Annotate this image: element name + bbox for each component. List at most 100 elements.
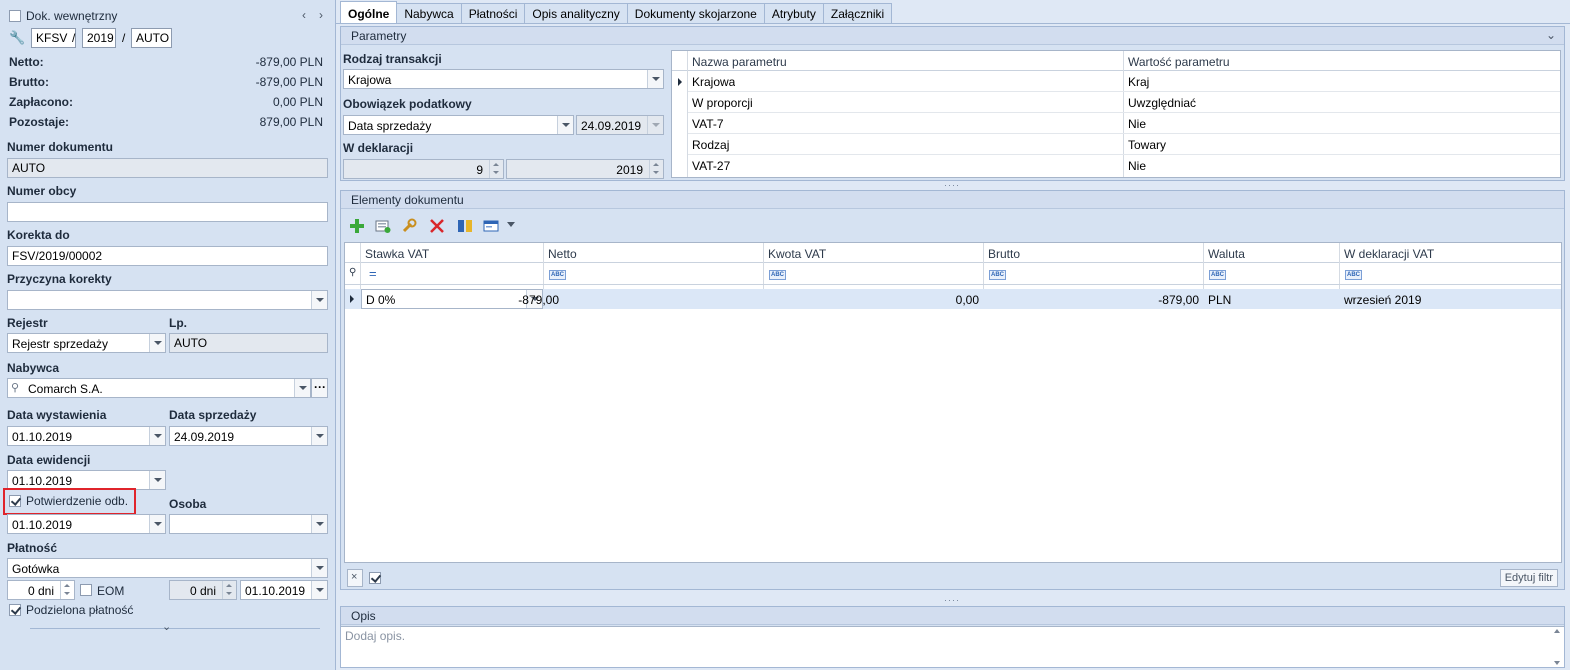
termin-date-picker[interactable]: 01.10.2019 [240, 580, 328, 600]
table-row[interactable]: D 0% -879,00 0,00 -879,00 PLN wrzesień 2… [345, 289, 1561, 309]
platnosc-dropdown[interactable]: Gotówka [7, 558, 328, 578]
filter-text-icon[interactable]: ABC [1209, 270, 1226, 280]
grid-header-value[interactable]: Wartość parametru [1128, 55, 1230, 69]
chevron-down-icon[interactable] [311, 427, 327, 445]
data-wystawienia-picker[interactable]: 01.10.2019 [7, 426, 166, 446]
edit-wrench-icon[interactable] [401, 218, 417, 234]
data-ewidencji-picker[interactable]: 01.10.2019 [7, 470, 166, 490]
tab-dokumenty-skojarzone[interactable]: Dokumenty skojarzone [626, 3, 765, 24]
chevron-down-icon[interactable] [149, 515, 165, 533]
prev-arrow-icon[interactable]: ‹ [302, 8, 306, 22]
splitter-grip[interactable]: ···· [944, 595, 960, 605]
copy-columns-icon[interactable] [457, 218, 473, 234]
filter-text-icon[interactable]: ABC [769, 270, 786, 280]
doc-wewnetrzny-checkbox[interactable] [9, 10, 21, 22]
tab-nabywca[interactable]: Nabywca [396, 3, 462, 24]
summary-label: Pozostaje: [9, 115, 70, 129]
data-wystawienia-label: Data wystawienia [7, 408, 107, 422]
tab-content-border [336, 23, 1570, 24]
opis-header: Opis [341, 607, 1564, 625]
add-icon[interactable] [349, 218, 365, 234]
expand-chevron-icon[interactable]: ⌄ [162, 620, 171, 633]
param-name-cell: VAT-27 [692, 159, 731, 173]
chevron-down-icon[interactable] [311, 581, 327, 599]
korekta-do-field[interactable]: FSV/2019/00002 [7, 246, 328, 266]
next-arrow-icon[interactable]: › [319, 8, 323, 22]
filter-text-icon[interactable]: ABC [1345, 270, 1362, 280]
chevron-down-icon[interactable] [647, 70, 663, 88]
rodzaj-transakcji-dropdown[interactable]: Krajowa [343, 69, 664, 89]
col-header-stawka[interactable]: Stawka VAT [365, 247, 429, 261]
eom-checkbox[interactable] [80, 584, 92, 596]
osoba-dropdown[interactable] [169, 514, 328, 534]
deklaracja-cell: wrzesień 2019 [1344, 293, 1422, 307]
tab-ogolne[interactable]: Ogólne [340, 1, 398, 24]
rodzaj-transakcji-label: Rodzaj transakcji [343, 52, 442, 66]
chevron-down-icon[interactable] [311, 515, 327, 533]
podzielona-platnosc-checkbox[interactable] [9, 604, 21, 616]
col-header-waluta[interactable]: Waluta [1208, 247, 1245, 261]
view-options-icon[interactable] [483, 218, 499, 234]
doc-year-segment[interactable]: 2019 [82, 28, 116, 48]
potwierdzenie-date-picker[interactable]: 01.10.2019 [7, 514, 166, 534]
edit-filter-button[interactable]: Edytuj filtr [1499, 569, 1558, 587]
summary-value: -879,00 PLN [255, 55, 323, 69]
doc-number-segment[interactable]: AUTO [131, 28, 172, 48]
chevron-down-icon[interactable] [311, 559, 327, 577]
obowiazek-podatkowy-label: Obowiązek podatkowy [343, 97, 472, 111]
table-row[interactable]: VAT-7 Nie [688, 113, 1560, 134]
rejestr-dropdown[interactable]: Rejestr sprzedaży [7, 333, 166, 353]
table-row[interactable]: VAT-27 Nie [688, 155, 1560, 176]
stawka-vat-dropdown[interactable]: D 0% [361, 289, 543, 309]
clear-filter-button[interactable]: × [347, 569, 363, 587]
table-row[interactable]: Rodzaj Towary [688, 134, 1560, 155]
tab-atrybuty[interactable]: Atrybuty [763, 3, 824, 24]
filter-row[interactable] [345, 263, 1561, 285]
chevron-down-icon[interactable] [507, 222, 515, 227]
chevron-down-icon[interactable] [149, 471, 165, 489]
przyczyna-korekty-label: Przyczyna korekty [7, 272, 112, 286]
collapse-chevron-icon[interactable]: ⌄ [1546, 28, 1556, 42]
col-header-kwota-vat[interactable]: Kwota VAT [768, 247, 826, 261]
chevron-down-icon[interactable] [557, 116, 573, 134]
filter-text-icon[interactable]: ABC [549, 270, 566, 280]
potwierdzenie-checkbox[interactable] [9, 495, 21, 507]
tab-zalaczniki[interactable]: Załączniki [822, 3, 893, 24]
data-sprzedazy-picker[interactable]: 24.09.2019 [169, 426, 328, 446]
table-row[interactable]: W proporcji Uwzględniać [688, 92, 1560, 113]
wrench-icon[interactable]: 🔧 [9, 30, 25, 46]
col-header-deklaracja[interactable]: W deklaracji VAT [1344, 247, 1434, 261]
opis-textarea[interactable]: Dodaj opis. [341, 626, 1564, 667]
param-value-cell: Uwzględniać [1128, 96, 1197, 110]
doc-symbol-segment[interactable]: KFSV [31, 28, 76, 48]
chevron-down-icon[interactable] [294, 379, 310, 397]
table-row[interactable]: Krajowa Kraj [688, 71, 1560, 92]
chevron-down-icon[interactable] [149, 334, 165, 352]
waluta-cell: PLN [1208, 293, 1232, 307]
current-row-indicator-icon [678, 78, 682, 86]
filter-enabled-checkbox[interactable] [369, 572, 381, 584]
param-value-cell: Nie [1128, 159, 1147, 173]
numer-obcy-field[interactable] [7, 202, 328, 222]
scrollbar[interactable] [1552, 629, 1562, 665]
splitter-grip[interactable]: ···· [944, 180, 960, 190]
col-header-brutto[interactable]: Brutto [988, 247, 1020, 261]
tab-opis-analityczny[interactable]: Opis analityczny [524, 3, 628, 24]
chevron-down-icon[interactable] [311, 291, 327, 309]
nabywca-ellipsis-button[interactable]: ··· [311, 378, 328, 398]
filter-equals-icon[interactable]: = [369, 266, 377, 281]
grid-header-name[interactable]: Nazwa parametru [692, 55, 787, 69]
nabywca-dropdown[interactable]: ⚲ Comarch S.A. [7, 378, 311, 398]
stawka-vat-value: D 0% [366, 293, 396, 307]
delete-icon[interactable] [429, 218, 445, 234]
add-from-list-icon[interactable] [375, 218, 391, 234]
chevron-down-icon[interactable] [149, 427, 165, 445]
obowiazek-podatkowy-dropdown[interactable]: Data sprzedaży [343, 115, 574, 135]
col-header-netto[interactable]: Netto [548, 247, 577, 261]
termin-dni-stepper[interactable]: 0 dni [7, 580, 75, 600]
przyczyna-korekty-dropdown[interactable] [7, 290, 328, 310]
filter-text-icon[interactable]: ABC [989, 270, 1006, 280]
data-sprzedazy-label: Data sprzedaży [169, 408, 257, 422]
tab-platnosci[interactable]: Płatności [460, 3, 526, 24]
stepper-arrows-icon[interactable] [60, 581, 74, 599]
